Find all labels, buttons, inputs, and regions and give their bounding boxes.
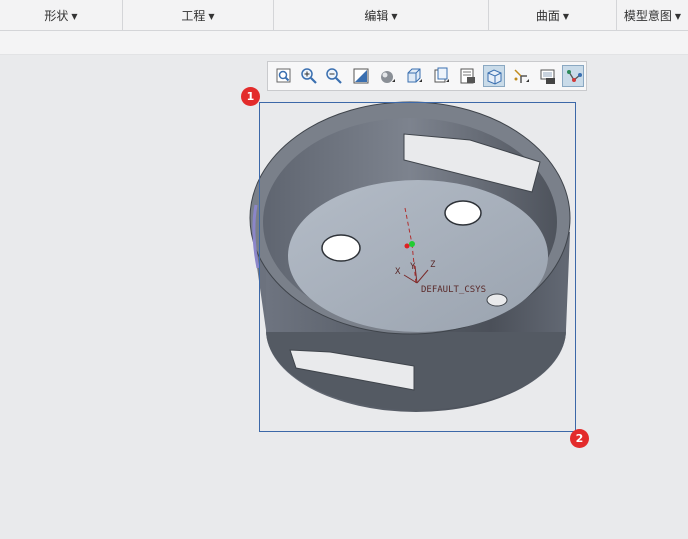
marker-1: 1 [241, 87, 260, 106]
selection-box [259, 102, 576, 432]
marker-2: 2 [570, 429, 589, 448]
